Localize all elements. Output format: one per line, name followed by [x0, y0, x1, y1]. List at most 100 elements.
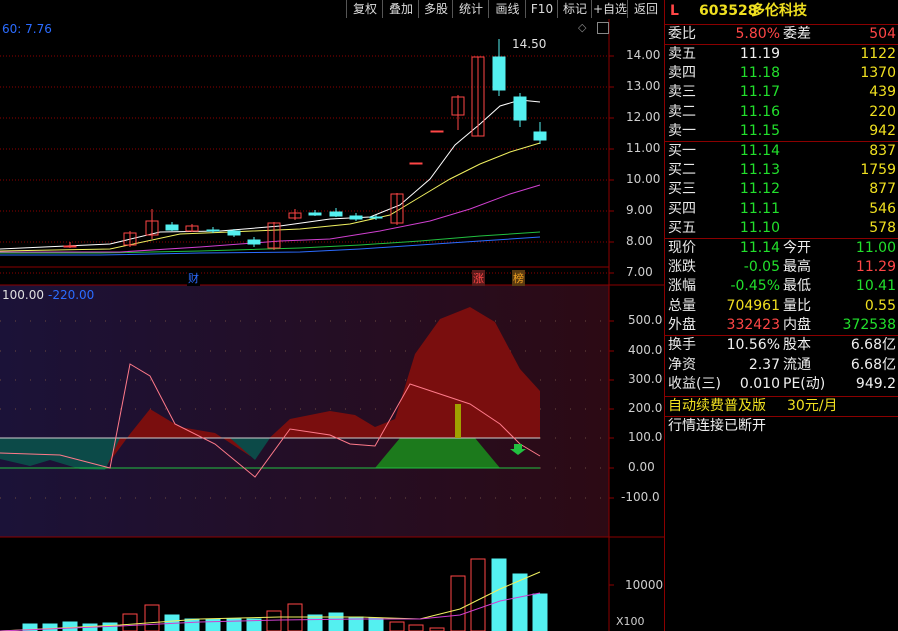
stat-label: 今开: [783, 240, 811, 256]
indicator-axis-tick: 300.0: [628, 372, 663, 386]
toolbar-button-8[interactable]: 返回: [627, 0, 664, 18]
orderbook-price: 11.16: [739, 103, 780, 120]
indicator-axis-tick: 500.0: [628, 313, 663, 327]
orderbook-level: 卖四: [668, 65, 696, 82]
promo-text[interactable]: 自动续费普及版: [668, 397, 766, 416]
orderbook-price: 11.14: [739, 143, 780, 159]
volume-bar: [532, 593, 548, 631]
stat-row: 换手 10.56% 股本 6.68亿: [665, 336, 898, 355]
promo-row[interactable]: 自动续费普及版 30元/月: [665, 397, 898, 416]
stat-label: 收益(三): [668, 376, 721, 393]
orderbook-price: 11.11: [739, 200, 780, 217]
stat-label: 总量: [668, 297, 696, 314]
candlestick: [409, 162, 423, 165]
orderbook-level: 卖一: [668, 122, 696, 139]
stat-label: 现价: [668, 240, 696, 256]
promo-price[interactable]: 30元/月: [787, 397, 838, 416]
stat-label: 净资: [668, 356, 696, 373]
orderbook-level: 卖三: [668, 84, 696, 101]
stat-label: 换手: [668, 337, 696, 353]
stat-value: 11.00: [855, 240, 896, 256]
volume-bar: [408, 624, 424, 631]
indicator-bar: [455, 404, 461, 438]
market-tag: L: [670, 3, 679, 19]
toolbar-button-7[interactable]: +自选: [591, 0, 628, 18]
window-toggle-icon[interactable]: [597, 22, 609, 34]
candlestick: [227, 230, 241, 236]
stat-value: 0.55: [864, 297, 896, 314]
orderbook-level: 买一: [668, 143, 696, 159]
toolbar-button-3[interactable]: 统计: [452, 0, 489, 18]
stat-row: 总量 704961 量比 0.55: [665, 297, 898, 316]
weibi-value: 5.80%: [735, 26, 780, 42]
volume-bar: [368, 617, 384, 631]
indicator-axis-tick: 0.00: [628, 460, 655, 474]
event-marker[interactable]: 榜: [512, 270, 525, 286]
orderbook-volume: 578: [869, 219, 896, 236]
orderbook-price: 11.17: [739, 84, 780, 101]
stat-label: 股本: [783, 337, 811, 353]
orderbook-volume: 837: [869, 143, 896, 159]
orderbook-row: 买五 11.10 578: [665, 219, 898, 238]
toolbar-button-0[interactable]: 复权: [346, 0, 383, 18]
orderbook-volume: 1370: [860, 65, 896, 82]
toolbar-button-4[interactable]: 画线: [488, 0, 526, 18]
stat-row: 收益(三) 0.010 PE(动) 949.2: [665, 375, 898, 394]
weibi-row: 委比 5.80% 委差 504: [665, 25, 898, 44]
volume-ma5-line: [0, 571, 541, 631]
stat-label: 最高: [783, 259, 811, 276]
toolbar-button-2[interactable]: 多股: [418, 0, 453, 18]
orderbook-volume: 546: [869, 200, 896, 217]
volume-unit-label: X100: [616, 615, 645, 628]
candlestick: [308, 212, 322, 216]
candlestick: [63, 245, 77, 248]
connection-status: 行情连接已断开: [668, 418, 766, 434]
indicator-axis-tick: 100.0: [628, 430, 663, 444]
stat-value: -0.45%: [730, 278, 780, 295]
volume-bar: [144, 604, 160, 631]
stat-value: 6.68亿: [850, 356, 896, 373]
orderbook-row: 卖一 11.15 942: [665, 122, 898, 141]
toolbar-button-1[interactable]: 叠加: [382, 0, 419, 18]
toolbar-button-5[interactable]: F10: [525, 0, 558, 18]
stat-value: 0.010: [739, 376, 780, 393]
stat-row: 净资 2.37 流通 6.68亿: [665, 356, 898, 375]
stock-header: L 603528 多伦科技: [665, 2, 898, 22]
ma10-line: [0, 142, 541, 252]
stat-row: 涨幅 -0.45% 最低 10.41: [665, 277, 898, 296]
orderbook-level: 买四: [668, 200, 696, 217]
toolbar-button-6[interactable]: 标记: [557, 0, 592, 18]
candlestick: [369, 216, 383, 219]
stat-value: 704961: [726, 297, 780, 314]
price-axis-tick: 13.00: [626, 79, 661, 93]
indicator-value-2: -220.00: [48, 288, 95, 302]
orderbook-price: 11.12: [739, 181, 780, 198]
orderbook-row: 卖二 11.16 220: [665, 103, 898, 122]
candlestick: [206, 229, 220, 232]
stat-value: 372538: [842, 316, 896, 333]
volume-bar: [266, 610, 282, 631]
event-marker[interactable]: 财: [187, 270, 200, 286]
orderbook-row: 卖四 11.18 1370: [665, 64, 898, 83]
stock-code: 603528: [699, 3, 758, 19]
price-axis-tick: 9.00: [626, 203, 653, 217]
volume-bar: [389, 621, 405, 631]
chart-canvas[interactable]: [0, 19, 664, 631]
orderbook-level: 卖二: [668, 103, 696, 120]
stat-value: 949.2: [855, 376, 896, 393]
orderbook-level: 卖五: [668, 46, 696, 62]
stat-value: 11.14: [739, 240, 780, 256]
stat-label: 流通: [783, 356, 811, 373]
orderbook-volume: 942: [869, 122, 896, 139]
event-marker[interactable]: 涨: [472, 270, 485, 286]
chart-area: 60: 7.76 14.50 ◇ 100.00 -220.00 X100 14.…: [0, 19, 664, 631]
diamond-icon[interactable]: ◇: [578, 21, 586, 34]
orderbook-price: 11.18: [739, 65, 780, 82]
stat-label: 内盘: [783, 316, 811, 333]
volume-bar: [184, 618, 200, 631]
stat-row: 涨跌 -0.05 最高 11.29: [665, 258, 898, 277]
candlestick: [349, 215, 363, 220]
stock-name: 多伦科技: [751, 3, 807, 19]
orderbook-row: 买二 11.13 1759: [665, 161, 898, 180]
chart-toolbar: 复权 叠加 多股 统计 画线 F10 标记 +自选 返回: [0, 0, 664, 19]
